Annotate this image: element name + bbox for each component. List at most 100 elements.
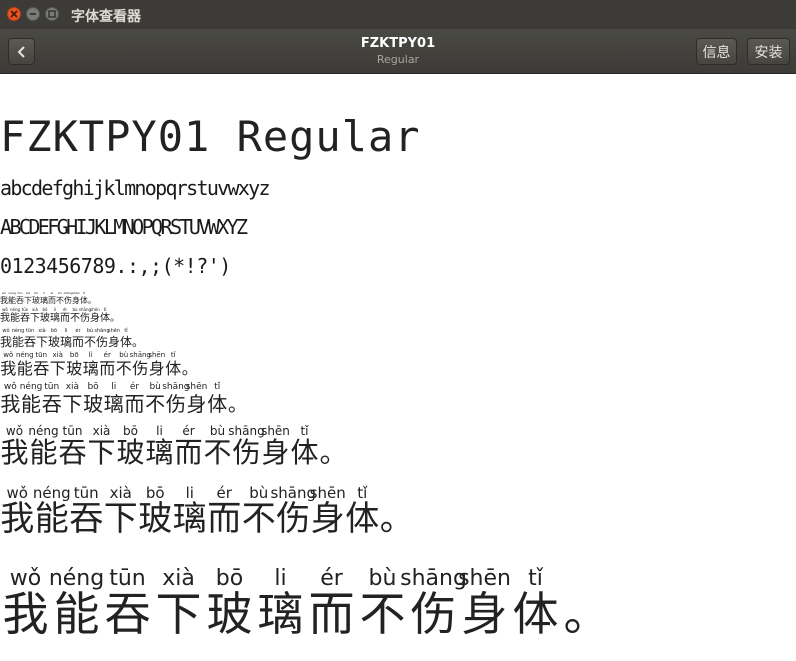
hanzi-glyph: 体	[80, 296, 88, 305]
window-title: 字体查看器	[71, 9, 141, 25]
hanzi-glyph: 璃	[257, 587, 304, 641]
sample-char: shēn 身	[108, 328, 120, 348]
sample-char: 。	[182, 351, 199, 377]
title-bar: 字体查看器	[0, 0, 796, 29]
sample-char: bō 玻	[48, 328, 60, 348]
hanzi-glyph: 不	[115, 359, 132, 378]
sample-char: shāng 伤	[400, 566, 467, 637]
hanzi-glyph: 而	[308, 587, 355, 641]
hanzi-glyph: 璃	[60, 335, 73, 349]
sample-char: tǐ 体	[510, 566, 561, 637]
minimize-window-button[interactable]	[26, 7, 40, 21]
hanzi-glyph: 不	[145, 392, 166, 416]
hanzi-glyph: 我	[0, 392, 21, 416]
hanzi-glyph: 玻	[66, 359, 83, 378]
sample-char: wǒ 我	[0, 291, 8, 305]
hanzi-glyph: 伤	[232, 436, 261, 469]
sample-char: shēn 身	[458, 566, 511, 637]
hanzi-glyph: 不	[84, 335, 97, 349]
hanzi-glyph: 吞	[41, 392, 62, 416]
sample-char: ér 而	[174, 424, 203, 467]
sample-char: xià 下	[62, 382, 83, 414]
sample-char: wǒ 我	[0, 307, 10, 324]
hanzi-glyph: 下	[103, 499, 138, 539]
close-window-button[interactable]	[7, 7, 21, 21]
sample-char: shēn 身	[90, 307, 100, 324]
sample-char: ér 而	[99, 351, 116, 377]
sample-char: bō 玻	[40, 307, 50, 324]
lowercase-preview: abcdefghijklmnopqrstuvwxyz	[0, 176, 271, 200]
hanzi-glyph: 体	[100, 313, 110, 324]
sample-char: tǐ 体	[290, 424, 319, 467]
hanzi-glyph: 玻	[138, 499, 173, 539]
hanzi-glyph: 身	[261, 436, 290, 469]
info-button[interactable]: 信息	[696, 38, 737, 65]
sample-char: tūn 吞	[41, 382, 62, 414]
sample-char: 。	[319, 424, 348, 467]
maximize-icon	[48, 10, 56, 18]
hanzi-glyph: 体	[120, 335, 133, 349]
hanzi-glyph: 能	[34, 499, 69, 539]
sample-char: 。	[110, 307, 120, 324]
hanzi-glyph: 。	[227, 392, 248, 416]
hanzi-glyph: 而	[48, 296, 56, 305]
sample-char: 。	[88, 291, 96, 305]
sample-char: néng 能	[16, 351, 34, 378]
hanzi-glyph: 吞	[33, 359, 50, 378]
sample-char: shēn 身	[186, 382, 208, 414]
hanzi-glyph: 玻	[40, 313, 50, 324]
uppercase-preview: ABCDEFGHIJKLMNOPQRSTUVWXYZ	[0, 215, 248, 239]
hanzi-glyph: 我	[0, 313, 10, 324]
hanzi-glyph: 能	[21, 392, 42, 416]
sample-char: tǐ 体	[207, 382, 228, 414]
maximize-window-button[interactable]	[45, 7, 59, 21]
sample-char: shāng 伤	[130, 351, 151, 377]
hanzi-glyph: 能	[10, 313, 20, 324]
hanzi-glyph: 璃	[172, 499, 207, 539]
sample-char: néng 能	[8, 291, 16, 305]
hanzi-glyph: 下	[62, 392, 83, 416]
hanzi-glyph: 而	[124, 392, 145, 416]
hanzi-glyph: 我	[0, 359, 17, 378]
sample-char: tūn 吞	[33, 351, 50, 377]
sample-char: li 璃	[145, 424, 174, 467]
hanzi-glyph: 不	[359, 587, 406, 641]
install-button[interactable]: 安装	[747, 38, 790, 65]
sample-sentence-8: wǒ 我 néng 能 tūn 吞 xià 下 bō 玻 li 璃 ér 而 bù 不 shāng 伤 shēn 身 t…	[0, 566, 612, 637]
hanzi-glyph: 吞	[69, 499, 104, 539]
sample-char: wǒ 我	[0, 382, 21, 414]
hanzi-glyph: 下	[30, 313, 40, 324]
sample-char: shāng 伤	[228, 424, 264, 469]
hanzi-glyph: 玻	[116, 436, 145, 469]
sample-char: tūn 吞	[24, 328, 36, 348]
hanzi-glyph: 玻	[206, 587, 253, 641]
sample-char: xià 下	[153, 566, 204, 637]
hanzi-glyph: 体	[207, 392, 228, 416]
hanzi-glyph: 而	[72, 335, 85, 349]
hanzi-glyph: 伤	[276, 499, 311, 539]
hanzi-glyph: 身	[108, 335, 121, 349]
hanzi-glyph: 体	[165, 359, 182, 378]
sample-char: ér 而	[48, 291, 56, 305]
hanzi-glyph: 下	[49, 359, 66, 378]
sample-char: tǐ 体	[165, 351, 182, 377]
sample-char: xià 下	[50, 351, 67, 377]
digits-preview: 0123456789.:,;(*!?')	[0, 254, 231, 278]
sample-char: tūn 吞	[58, 424, 87, 467]
hanzi-glyph: 我	[0, 335, 13, 349]
minimize-icon	[30, 13, 36, 15]
sample-char: néng 能	[12, 328, 25, 348]
sample-char: xià 下	[30, 307, 40, 324]
sample-char: bō 玻	[83, 382, 104, 414]
sample-char: shēn 身	[261, 424, 290, 467]
hanzi-glyph: 伤	[64, 296, 72, 305]
sample-sentence-4: wǒ 我 néng 能 tūn 吞 xià 下 bō 玻 li 璃 ér 而 bù 不 shāng 伤 shēn 身 t…	[0, 351, 198, 377]
sample-char: wǒ 我	[0, 566, 51, 637]
hanzi-glyph: 吞	[20, 313, 30, 324]
hanzi-glyph: 体	[290, 436, 319, 469]
sample-sentence-1: wǒ 我 néng 能 tūn 吞 xià 下 bō 玻 li 璃 ér 而 bù 不 shāng 伤 shēn 身 t…	[0, 291, 96, 305]
sample-char: tǐ 体	[345, 484, 380, 536]
hanzi-glyph: 能	[16, 359, 33, 378]
hanzi-glyph: 下	[155, 587, 202, 641]
sample-sentence-2: wǒ 我 néng 能 tūn 吞 xià 下 bō 玻 li 璃 ér 而 bù 不 shāng 伤 shēn 身 t…	[0, 307, 120, 324]
